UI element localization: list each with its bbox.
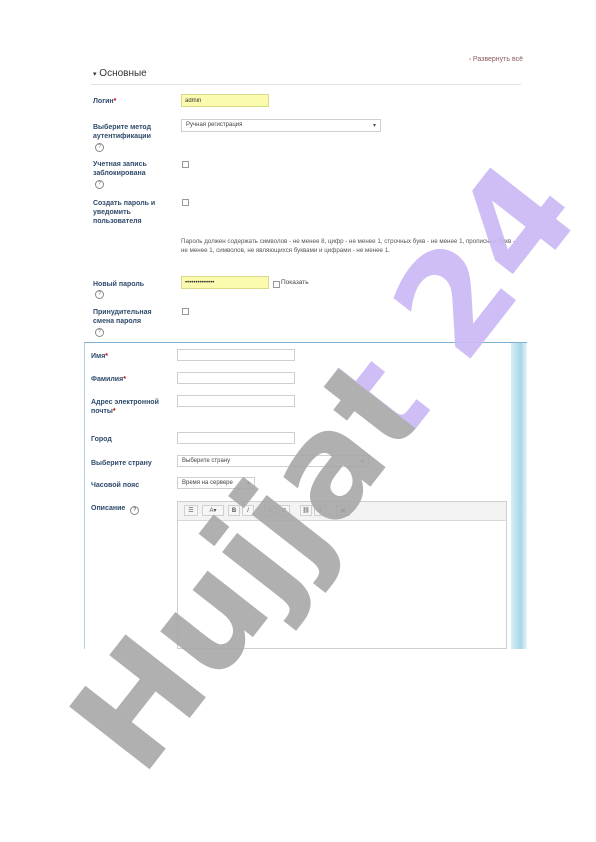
show-password-label: Показать [281, 279, 309, 286]
help-icon[interactable]: ? [95, 143, 104, 152]
new-password-label: Новый пароль [93, 281, 145, 288]
login-field[interactable] [181, 94, 269, 107]
auth-method-value: Ручная регистрация [186, 122, 243, 128]
firstname-label: Имя* [91, 353, 109, 360]
help-icon[interactable]: ? [95, 328, 104, 337]
window-frame-edge [511, 343, 527, 649]
country-value: Выберите страну [182, 458, 231, 464]
auth-method-select[interactable]: Ручная регистрация ▾ [181, 119, 381, 132]
new-password-field[interactable] [181, 276, 269, 289]
section-title: Основные [99, 68, 147, 79]
email-label: Адрес электронной почты* [91, 399, 159, 415]
timezone-label: Часовой пояс [91, 482, 140, 489]
chevron-down-icon: ▾ [372, 123, 376, 129]
section-header[interactable]: ▾ Основные [93, 68, 147, 79]
force-change-label: Принудительная смена пароля [93, 309, 152, 325]
create-password-checkbox[interactable] [182, 199, 189, 206]
collapse-caret-icon: ▾ [93, 71, 97, 78]
login-label: Логин* [93, 98, 117, 105]
expand-all-label: Развернуть всё [472, 56, 523, 63]
firstname-field[interactable] [177, 349, 295, 361]
create-password-label: Создать пароль и уведомить пользователя [93, 200, 156, 225]
lastname-field[interactable] [177, 372, 295, 384]
help-icon[interactable]: ? [95, 290, 104, 299]
suspended-label: Учетная запись заблокирована [93, 161, 147, 177]
country-label: Выберите страну [91, 460, 152, 467]
force-change-checkbox[interactable] [182, 308, 189, 315]
help-icon[interactable]: ? [95, 180, 104, 189]
city-label: Город [91, 436, 112, 443]
section-divider [91, 84, 521, 85]
suspended-checkbox[interactable] [182, 161, 189, 168]
description-label: Описание ? [91, 504, 140, 515]
required-mark: * [113, 98, 117, 105]
show-password-checkbox[interactable] [273, 281, 280, 288]
auth-method-label: Выберите метод аутентификации [93, 124, 152, 140]
help-icon[interactable]: ? [130, 506, 140, 515]
expand-caret-icon: › [468, 57, 471, 63]
lastname-label: Фамилия* [91, 376, 126, 383]
expand-all-link[interactable]: › Развернуть всё [469, 56, 523, 63]
